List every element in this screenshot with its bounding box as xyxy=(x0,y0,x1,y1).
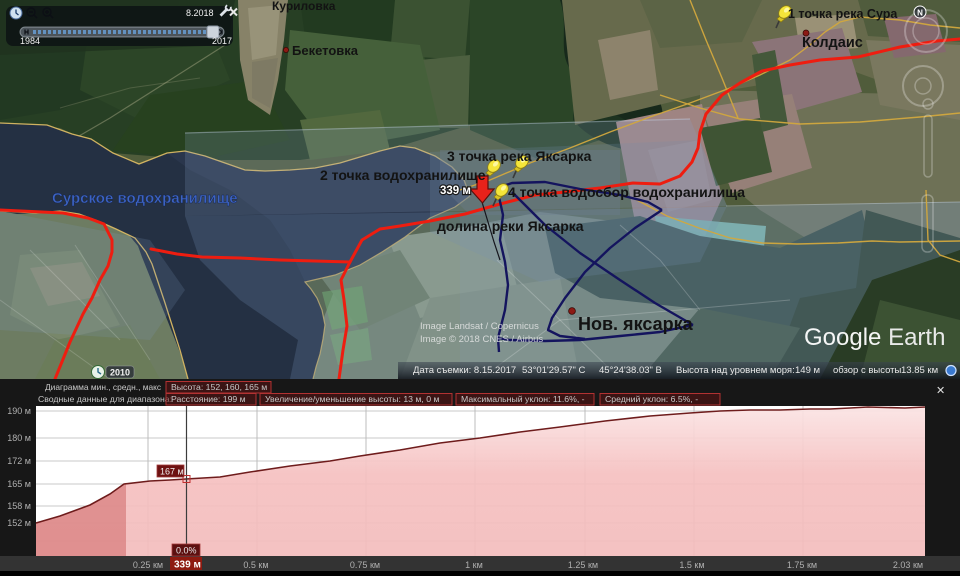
svg-text:3 точка река Яксарка: 3 точка река Яксарка xyxy=(447,148,592,164)
svg-text:339 м: 339 м xyxy=(174,560,201,571)
svg-text:1 точка река Сура: 1 точка река Сура xyxy=(788,7,898,21)
svg-text:190 м: 190 м xyxy=(7,406,31,416)
svg-text:0.75 км: 0.75 км xyxy=(350,560,380,570)
svg-text:долина реки Яксарка: долина реки Яксарка xyxy=(437,218,584,234)
svg-text:Бекетовка: Бекетовка xyxy=(292,43,359,58)
svg-text:1 км: 1 км xyxy=(465,560,483,570)
svg-text:1.75 км: 1.75 км xyxy=(787,560,817,570)
svg-text:Колдаис: Колдаис xyxy=(802,35,863,51)
svg-text:2010: 2010 xyxy=(110,368,130,378)
svg-text:165 м: 165 м xyxy=(7,479,31,489)
svg-text:8.2018: 8.2018 xyxy=(186,8,214,18)
svg-text:152 м: 152 м xyxy=(7,518,31,528)
svg-text:0.0%: 0.0% xyxy=(176,546,197,556)
svg-text:Image Landsat / Copernicus: Image Landsat / Copernicus xyxy=(420,321,539,332)
svg-text:149 м: 149 м xyxy=(795,365,820,376)
svg-text:2 точка водохранилище: 2 точка водохранилище xyxy=(320,167,486,183)
svg-text:1.25 км: 1.25 км xyxy=(568,560,598,570)
svg-text:Расстояние: 199 м: Расстояние: 199 м xyxy=(171,394,246,404)
svg-text:13.85 км: 13.85 км xyxy=(901,365,938,376)
svg-text:45°24'38.03" В: 45°24'38.03" В xyxy=(599,365,662,376)
svg-text:Сводные данные для диапазона:: Сводные данные для диапазона: xyxy=(38,394,172,404)
svg-text:339 м: 339 м xyxy=(440,185,471,197)
svg-text:Куриловка: Куриловка xyxy=(272,0,336,13)
svg-text:2017: 2017 xyxy=(212,36,232,46)
svg-text:✕: ✕ xyxy=(936,385,945,397)
svg-text:2.03 км: 2.03 км xyxy=(893,560,923,570)
svg-text:0.5 км: 0.5 км xyxy=(243,560,268,570)
svg-text:167 м: 167 м xyxy=(160,467,184,477)
svg-text:Google Earth: Google Earth xyxy=(804,324,945,351)
svg-text:172 м: 172 м xyxy=(7,456,31,466)
svg-text:180 м: 180 м xyxy=(7,433,31,443)
svg-text:Сурское водохранилище: Сурское водохранилище xyxy=(52,190,238,207)
svg-text:Высота над уровнем моря:: Высота над уровнем моря: xyxy=(676,365,795,376)
svg-text:53°01'29.57" С: 53°01'29.57" С xyxy=(522,365,586,376)
svg-text:Средний уклон: 6.5%, -: Средний уклон: 6.5%, - xyxy=(605,394,698,404)
svg-text:158 м: 158 м xyxy=(7,501,31,511)
svg-text:Дата съемки: 8.15.2017: Дата съемки: 8.15.2017 xyxy=(413,365,516,376)
svg-text:4 точка водосбор водохранилища: 4 точка водосбор водохранилища xyxy=(508,184,745,200)
svg-text:1.5 км: 1.5 км xyxy=(679,560,704,570)
svg-text:Увеличение/уменьшение высоты:: Увеличение/уменьшение высоты: 13 м, 0 м xyxy=(265,394,439,404)
svg-text:обзор с высоты: обзор с высоты xyxy=(833,365,902,376)
svg-text:Нов. яксарка: Нов. яксарка xyxy=(578,314,694,334)
svg-text:Диаграмма мин., средн., макс: Диаграмма мин., средн., макс xyxy=(45,382,161,392)
svg-text:1984: 1984 xyxy=(20,36,40,46)
svg-text:N: N xyxy=(917,9,923,18)
svg-text:0.25 км: 0.25 км xyxy=(133,560,163,570)
svg-text:Максимальный уклон: 11.6%, -: Максимальный уклон: 11.6%, - xyxy=(461,394,585,404)
svg-text:Высота: 152, 160, 165 м: Высота: 152, 160, 165 м xyxy=(171,382,267,392)
svg-text:Image © 2018 CNES / Airbus: Image © 2018 CNES / Airbus xyxy=(420,334,543,345)
